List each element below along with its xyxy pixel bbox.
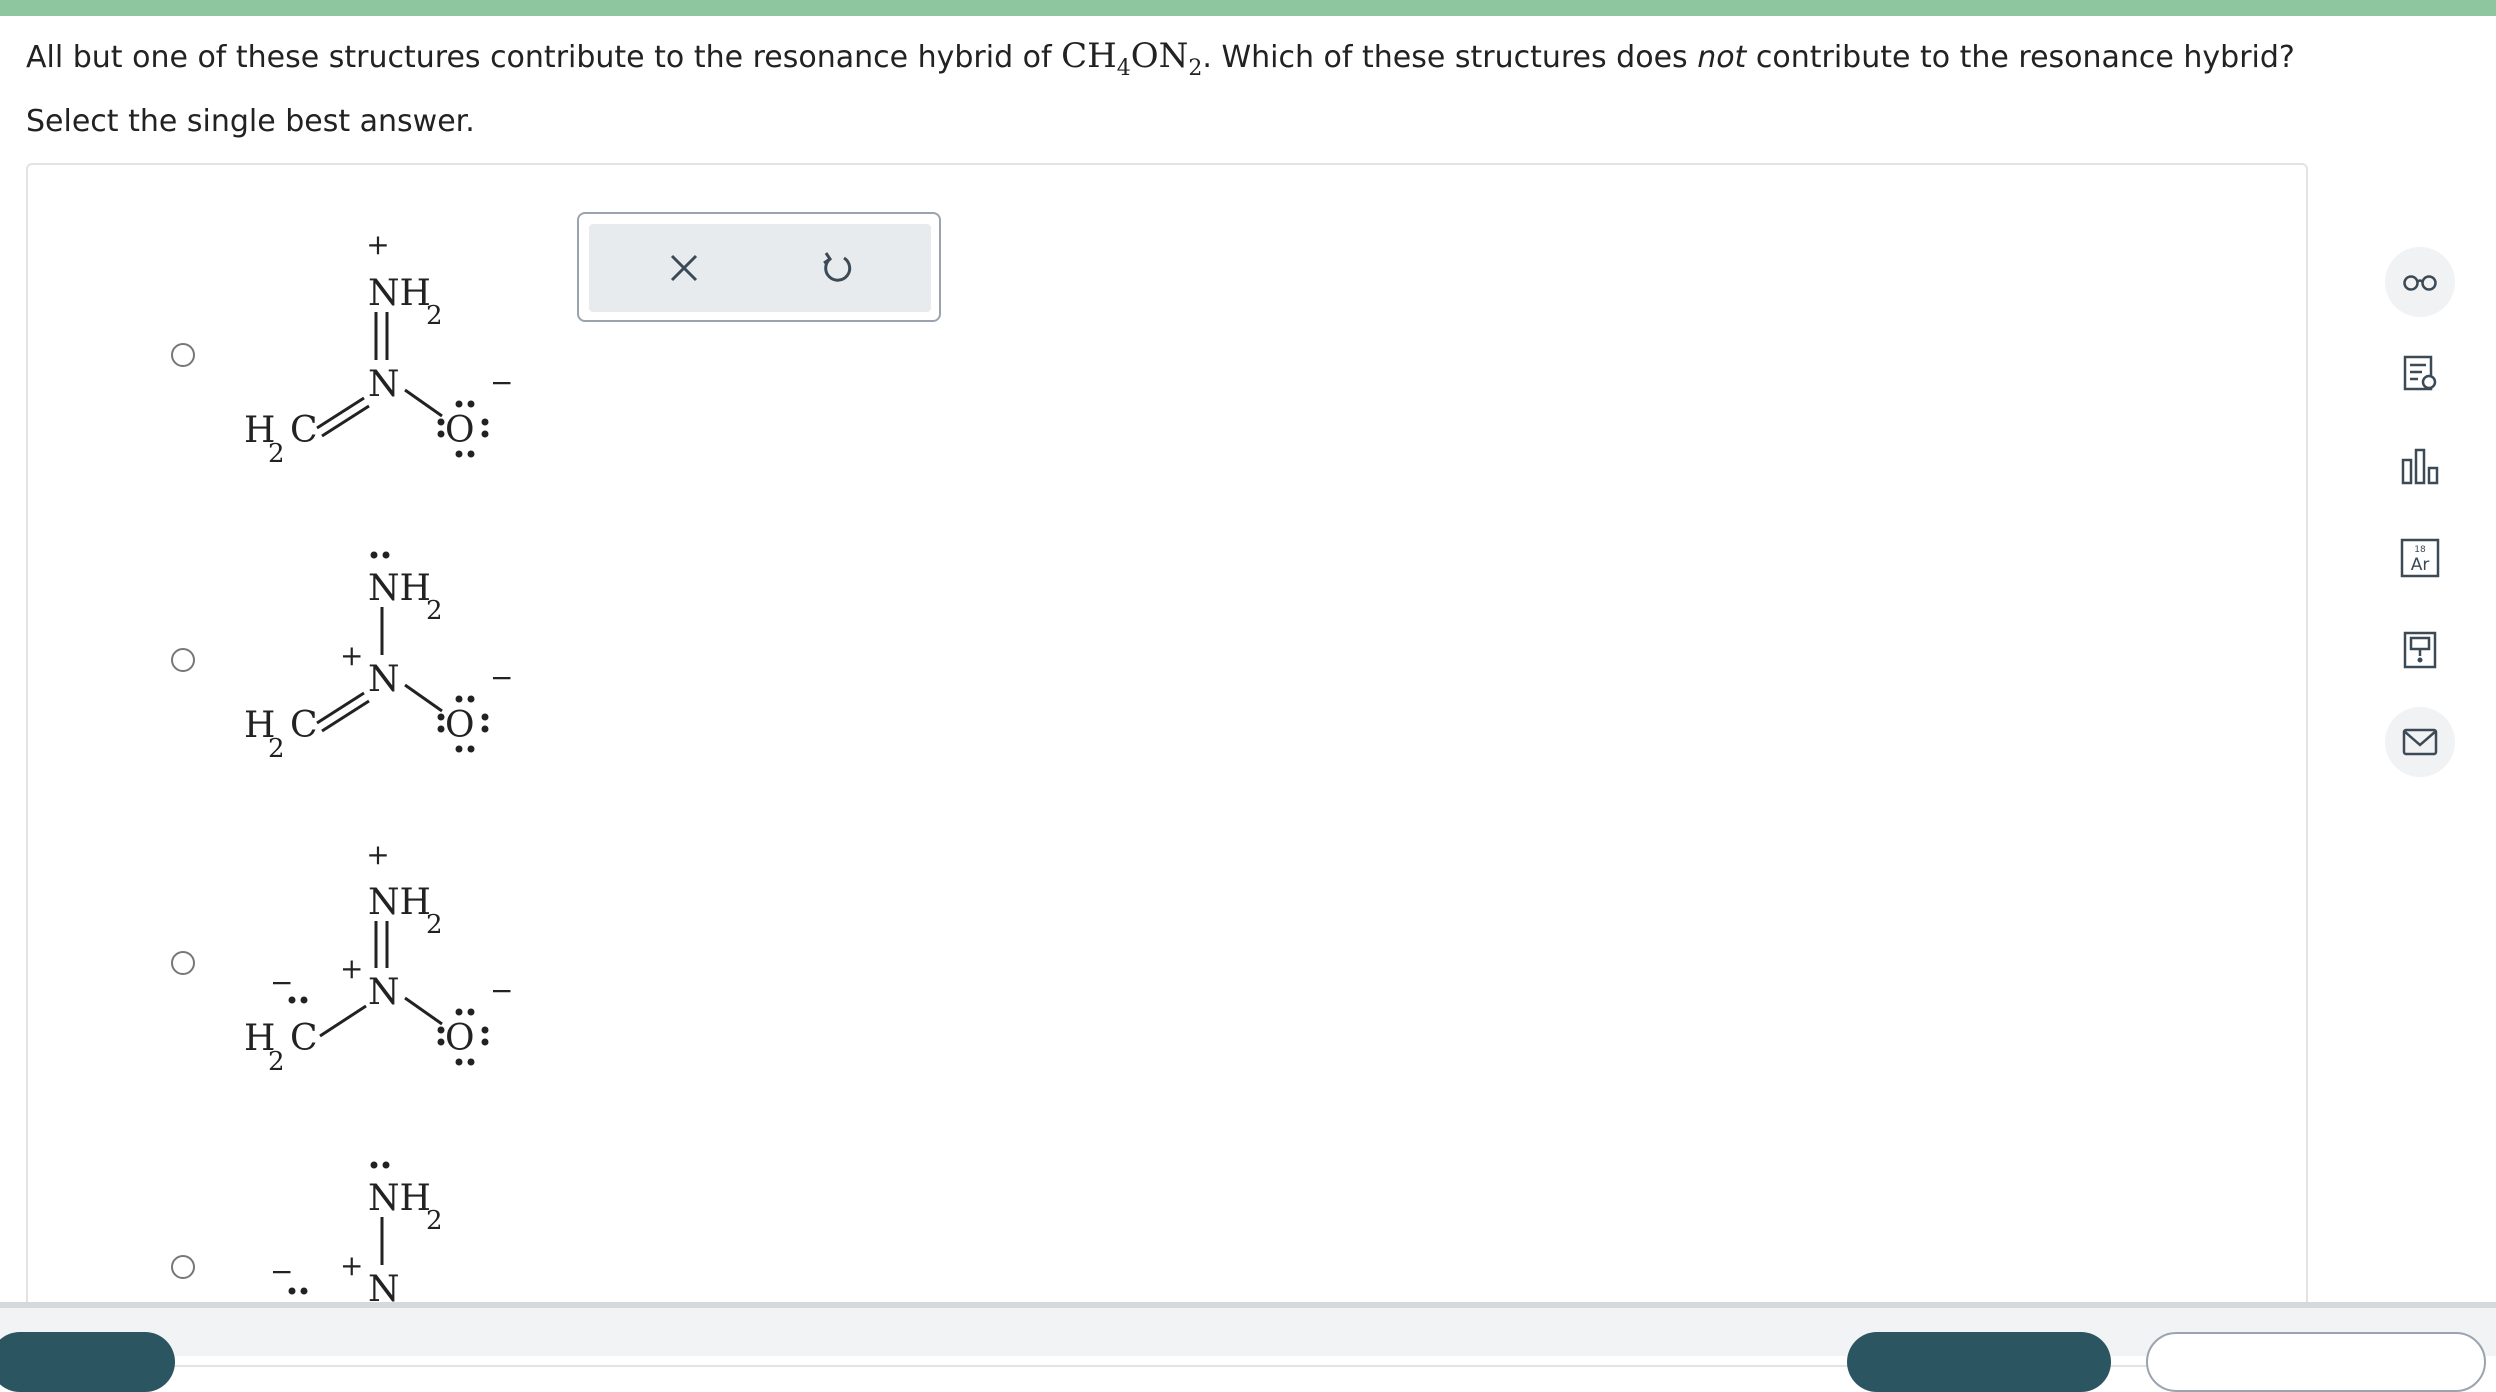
nh2-plus-charge: + xyxy=(366,838,389,871)
oxygen-label: O xyxy=(445,410,475,451)
question-prompt: All but one of these structures contribu… xyxy=(26,30,2316,148)
top-progress-bar xyxy=(0,0,2496,16)
structure-1[interactable]: + NH 2 N O − H 2 C xyxy=(230,220,530,480)
answer-toolbox xyxy=(577,212,941,322)
oxygen-minus-charge: − xyxy=(490,974,513,1007)
option-radio-4[interactable] xyxy=(171,1255,195,1279)
h2-subscript: 2 xyxy=(268,1047,285,1077)
central-n-label: N xyxy=(368,364,400,405)
notes-button[interactable] xyxy=(2385,339,2455,409)
formula-on: ON xyxy=(1130,36,1189,76)
formula-ch: CH xyxy=(1061,36,1117,76)
carbon-label: C xyxy=(290,1018,318,1059)
close-icon xyxy=(670,254,698,282)
formula-sub-4: 4 xyxy=(1116,55,1131,81)
bar-chart-icon xyxy=(2401,448,2439,485)
bottom-action-bar xyxy=(0,1302,2496,1392)
periodic-table-button[interactable]: 18 Ar xyxy=(2385,523,2455,593)
calculator-button[interactable] xyxy=(2385,615,2455,685)
data-button[interactable] xyxy=(2385,431,2455,501)
h2-subscript: 2 xyxy=(268,734,285,764)
nh-label: NH xyxy=(368,568,431,609)
n-plus-charge: + xyxy=(340,639,363,672)
nh2-subscript: 2 xyxy=(426,1206,443,1236)
periodic-table-icon: 18 Ar xyxy=(2400,538,2440,578)
mail-icon xyxy=(2402,728,2438,756)
structure-4[interactable]: NH 2 + N − xyxy=(230,1145,530,1310)
structure-3[interactable]: + NH 2 + N O − − H 2 C xyxy=(230,838,530,1077)
notes-icon xyxy=(2403,355,2437,391)
nh2-subscript: 2 xyxy=(426,910,443,940)
undo-icon xyxy=(823,252,852,282)
central-n-label: N xyxy=(368,972,400,1013)
nh-label: NH xyxy=(368,882,431,923)
carbon-label: C xyxy=(290,705,318,746)
n-plus-charge: + xyxy=(340,1249,363,1282)
carbon-minus-charge: − xyxy=(270,1255,293,1288)
nh2-subscript: 2 xyxy=(426,596,443,626)
nh-label: NH xyxy=(368,273,431,314)
structure-2[interactable]: NH 2 + N O − H 2 C xyxy=(230,535,530,765)
undo-button[interactable] xyxy=(807,238,867,298)
glasses-icon xyxy=(2403,275,2437,291)
oxygen-label: O xyxy=(445,705,475,746)
bottom-left-button[interactable] xyxy=(0,1332,175,1392)
bottom-primary-button[interactable] xyxy=(1847,1332,2111,1392)
oxygen-label: O xyxy=(445,1018,475,1059)
periodic-number: 18 xyxy=(2414,545,2426,555)
oxygen-minus-charge: − xyxy=(490,366,513,399)
question-text-start: All but one of these structures contribu… xyxy=(26,40,1062,75)
bottom-secondary-button[interactable] xyxy=(2146,1332,2486,1392)
calculator-icon xyxy=(2403,631,2437,669)
message-button[interactable] xyxy=(2385,707,2455,777)
chemical-formula: CH4ON2 xyxy=(1061,36,1202,81)
periodic-symbol: Ar xyxy=(2411,555,2430,575)
no-bond xyxy=(404,388,443,418)
nh2-plus-charge: + xyxy=(366,228,389,261)
option-radio-2[interactable] xyxy=(171,648,195,672)
reading-glasses-button[interactable] xyxy=(2385,247,2455,317)
no-bond xyxy=(404,996,443,1026)
option-radio-3[interactable] xyxy=(171,951,195,975)
carbon-label: C xyxy=(290,410,318,451)
no-bond xyxy=(404,683,443,713)
oxygen-minus-charge: − xyxy=(490,661,513,694)
h2-subscript: 2 xyxy=(268,439,285,469)
central-n-label: N xyxy=(368,659,400,700)
nh2-subscript: 2 xyxy=(426,301,443,331)
clear-button[interactable] xyxy=(654,238,714,298)
cn-bond xyxy=(319,1004,367,1038)
nh-label: NH xyxy=(368,1178,431,1219)
question-emphasis: not xyxy=(1697,40,1747,75)
question-text-middle: . Which of these structures does xyxy=(1202,40,1698,75)
carbon-minus-charge: − xyxy=(270,966,293,999)
toolbox-inner xyxy=(589,224,931,312)
n-plus-charge: + xyxy=(340,952,363,985)
option-radio-1[interactable] xyxy=(171,343,195,367)
formula-sub-2: 2 xyxy=(1188,55,1203,81)
